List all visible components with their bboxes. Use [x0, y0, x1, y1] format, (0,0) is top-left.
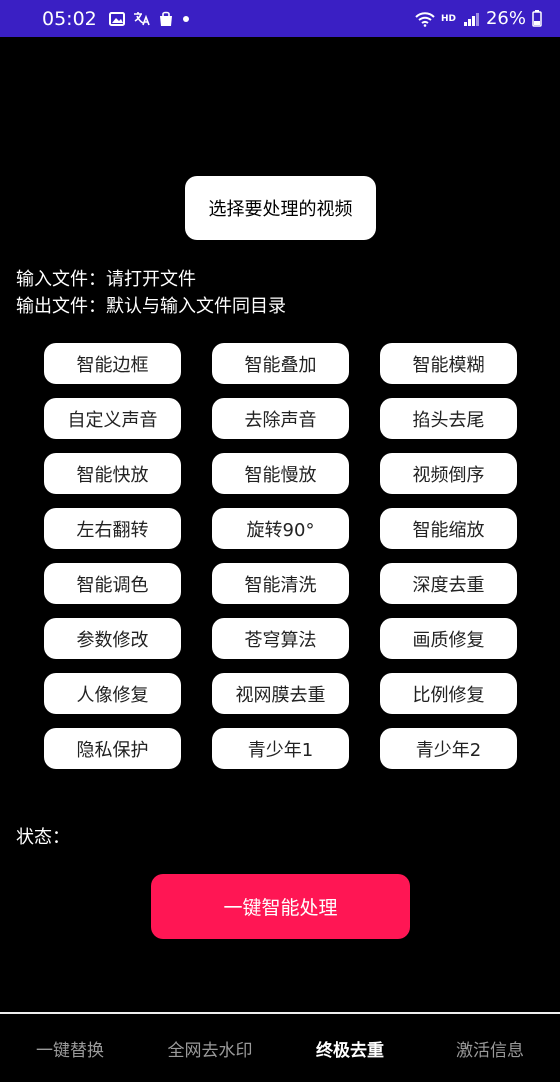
choose-video-button[interactable]: 选择要处理的视频 [185, 176, 376, 240]
tab-one-click-replace[interactable]: 一键替换 [0, 1014, 140, 1082]
function-grid: 智能边框 智能叠加 智能模糊 自定义声音 去除声音 掐头去尾 智能快放 智能慢放… [44, 343, 517, 783]
function-row: 智能边框 智能叠加 智能模糊 [44, 343, 517, 384]
param-edit-button[interactable]: 参数修改 [44, 618, 181, 659]
reverse-video-button[interactable]: 视频倒序 [380, 453, 517, 494]
sky-algorithm-button[interactable]: 苍穹算法 [212, 618, 349, 659]
deep-dedup-button[interactable]: 深度去重 [380, 563, 517, 604]
ratio-repair-button[interactable]: 比例修复 [380, 673, 517, 714]
custom-audio-button[interactable]: 自定义声音 [44, 398, 181, 439]
portrait-repair-button[interactable]: 人像修复 [44, 673, 181, 714]
function-row: 人像修复 视网膜去重 比例修复 [44, 673, 517, 714]
flip-horizontal-button[interactable]: 左右翻转 [44, 508, 181, 549]
smart-fast-button[interactable]: 智能快放 [44, 453, 181, 494]
tab-ultimate-dedup[interactable]: 终极去重 [280, 1014, 420, 1082]
translate-icon [133, 11, 150, 26]
function-row: 参数修改 苍穹算法 画质修复 [44, 618, 517, 659]
tab-activation-info[interactable]: 激活信息 [420, 1014, 560, 1082]
function-row: 自定义声音 去除声音 掐头去尾 [44, 398, 517, 439]
youth-1-button[interactable]: 青少年1 [212, 728, 349, 769]
function-row: 智能快放 智能慢放 视频倒序 [44, 453, 517, 494]
smart-clean-button[interactable]: 智能清洗 [212, 563, 349, 604]
retina-dedup-button[interactable]: 视网膜去重 [212, 673, 349, 714]
notification-icons [108, 11, 190, 27]
battery-icon [532, 10, 542, 27]
function-row: 智能调色 智能清洗 深度去重 [44, 563, 517, 604]
rotate-90-button[interactable]: 旋转90° [212, 508, 349, 549]
tab-remove-watermark[interactable]: 全网去水印 [140, 1014, 280, 1082]
output-file-text: 输出文件：默认与输入文件同目录 [16, 296, 286, 317]
gallery-icon [108, 11, 125, 26]
function-row: 左右翻转 旋转90° 智能缩放 [44, 508, 517, 549]
network-type-label: HD [440, 13, 456, 24]
dot-icon [182, 15, 190, 23]
smart-blur-button[interactable]: 智能模糊 [380, 343, 517, 384]
smart-slow-button[interactable]: 智能慢放 [212, 453, 349, 494]
signal-icon [462, 11, 480, 27]
bottom-nav: 一键替换 全网去水印 终极去重 激活信息 [0, 1012, 560, 1082]
wifi-icon [415, 11, 435, 27]
youth-2-button[interactable]: 青少年2 [380, 728, 517, 769]
status-label: 状态： [16, 827, 70, 848]
trim-ends-button[interactable]: 掐头去尾 [380, 398, 517, 439]
smart-overlay-button[interactable]: 智能叠加 [212, 343, 349, 384]
smart-color-button[interactable]: 智能调色 [44, 563, 181, 604]
quality-repair-button[interactable]: 画质修复 [380, 618, 517, 659]
input-file-text: 输入文件：请打开文件 [16, 269, 196, 290]
status-bar: 05:02 HD 26% [0, 0, 560, 37]
system-status: HD 26% [415, 8, 542, 29]
smart-border-button[interactable]: 智能边框 [44, 343, 181, 384]
function-row: 隐私保护 青少年1 青少年2 [44, 728, 517, 769]
status-time: 05:02 [42, 7, 97, 30]
remove-audio-button[interactable]: 去除声音 [212, 398, 349, 439]
one-click-process-button[interactable]: 一键智能处理 [151, 874, 410, 939]
privacy-protect-button[interactable]: 隐私保护 [44, 728, 181, 769]
shopping-bag-icon [158, 11, 174, 27]
battery-percent: 26% [485, 8, 526, 29]
smart-scale-button[interactable]: 智能缩放 [380, 508, 517, 549]
